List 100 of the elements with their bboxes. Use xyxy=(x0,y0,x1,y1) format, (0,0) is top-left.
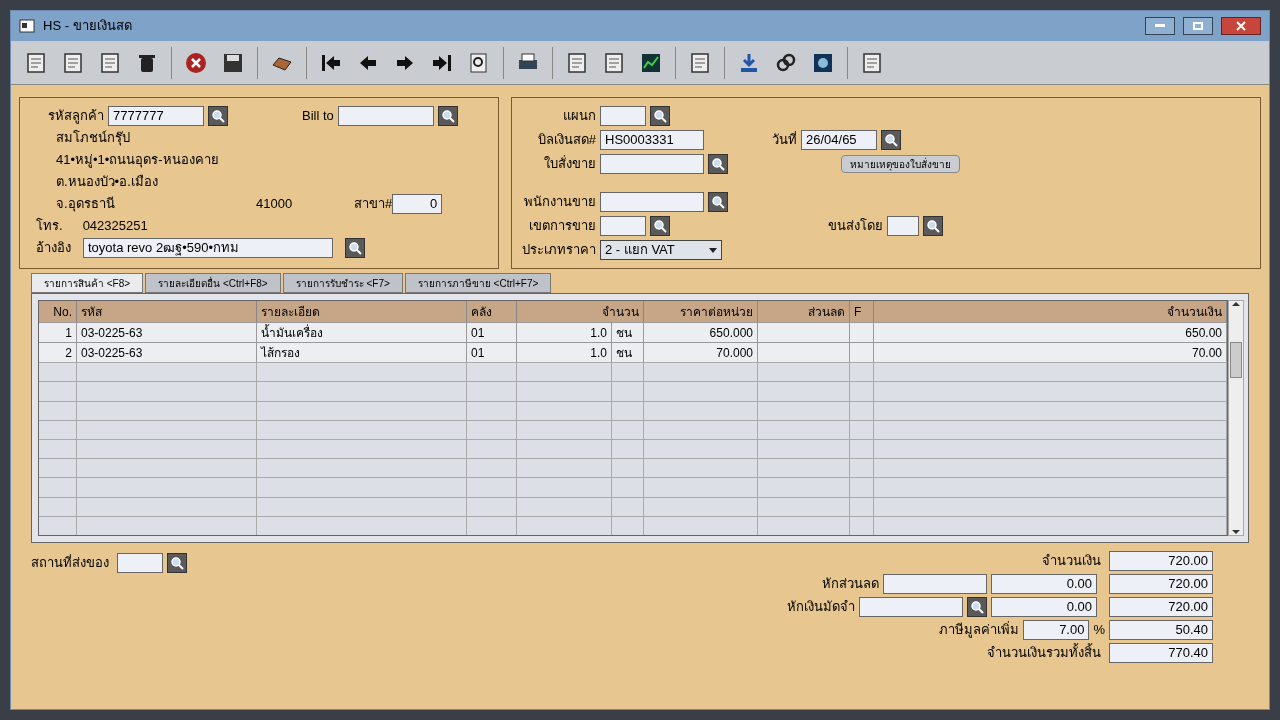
search-button[interactable] xyxy=(345,238,365,258)
table-cell: ชน xyxy=(612,323,644,344)
search-button[interactable] xyxy=(208,106,228,126)
table-cell: 01 xyxy=(467,323,517,344)
close-button[interactable] xyxy=(1221,17,1261,35)
field-label: สาขา# xyxy=(354,195,393,214)
field-label: จำนวนเงิน xyxy=(1042,552,1101,571)
input-field[interactable] xyxy=(887,216,919,236)
app-icon xyxy=(19,19,35,33)
input-field[interactable] xyxy=(117,553,163,573)
table-cell: 1 xyxy=(39,323,77,344)
magnifier-icon xyxy=(348,241,362,255)
input-field[interactable] xyxy=(859,597,963,617)
close-icon xyxy=(1236,21,1246,31)
scroll-thumb[interactable] xyxy=(1230,342,1242,379)
field-label: รหัสลูกค้า xyxy=(48,107,104,126)
minimize-button[interactable] xyxy=(1145,17,1175,35)
new-document-icon xyxy=(24,50,48,75)
input-field[interactable] xyxy=(600,154,704,174)
table-cell: 1.0 xyxy=(517,343,612,364)
input-field[interactable]: 50.40 xyxy=(1109,620,1213,640)
column-header: จำนวน xyxy=(517,301,644,323)
magnifier-icon xyxy=(970,600,984,614)
cancel-icon xyxy=(184,50,208,75)
note-button[interactable]: หมายเหตุของใบสั่งขาย xyxy=(841,155,960,173)
customer-name: สมโภชน์กรุ๊ป xyxy=(56,129,130,148)
input-field[interactable]: 0 xyxy=(392,194,443,214)
magnifier-icon xyxy=(711,157,725,171)
input-field[interactable] xyxy=(600,216,646,236)
column-header: F xyxy=(850,301,874,323)
column-header: รายละเอียด xyxy=(257,301,467,323)
tab[interactable]: รายการภาษีขาย <Ctrl+F7> xyxy=(404,273,552,293)
search-button[interactable] xyxy=(881,130,901,150)
field-label: Bill to xyxy=(302,107,334,126)
field-label: เขตการขาย xyxy=(529,217,596,236)
column-header: รหัส xyxy=(77,301,257,323)
search-button[interactable] xyxy=(650,216,670,236)
input-field[interactable]: 0.00 xyxy=(991,574,1097,594)
address-text: ต.หนองบัว•อ.เมือง xyxy=(56,173,158,192)
input-field[interactable]: 0.00 xyxy=(991,597,1097,617)
magnifier-icon xyxy=(170,556,184,570)
table-cell: 650.00 xyxy=(874,323,1227,344)
table-cell: 03-0225-63 xyxy=(77,343,257,364)
field-label: ภาษีมูลค่าเพิ่ม xyxy=(939,620,1020,640)
search-button[interactable] xyxy=(167,553,187,573)
field-label: แผนก xyxy=(563,107,596,126)
maximize-button[interactable] xyxy=(1183,17,1213,35)
phone-text: 042325251 xyxy=(82,217,148,236)
postcode-text: 41000 xyxy=(256,195,294,214)
table-cell: 1.0 xyxy=(517,323,612,344)
input-field[interactable]: 720.00 xyxy=(1109,574,1213,594)
input-field[interactable] xyxy=(600,192,704,212)
input-field[interactable]: 720.00 xyxy=(1109,597,1213,617)
input-field[interactable] xyxy=(600,106,646,126)
search-button[interactable] xyxy=(708,192,728,212)
table-cell: ชน xyxy=(612,343,644,364)
field-label: ประเภทราคา xyxy=(522,241,596,260)
search-button[interactable] xyxy=(650,106,670,126)
input-field[interactable]: 7777777 xyxy=(108,106,204,126)
tab[interactable]: รายการรับชำระ <F7> xyxy=(282,273,403,293)
column-header: จำนวนเงิน xyxy=(874,301,1227,323)
grand-total-field[interactable]: 770.40 xyxy=(1109,643,1213,663)
table-cell: น้ำมันเครื่อง xyxy=(257,323,467,344)
input-field[interactable]: 7.00 xyxy=(1023,620,1090,640)
tab[interactable]: รายละเอียดอื่น <Ctrl+F8> xyxy=(145,273,281,293)
search-button[interactable] xyxy=(708,154,728,174)
column-header: No. xyxy=(39,301,77,323)
magnifier-icon xyxy=(653,219,667,233)
column-header: ส่วนลด xyxy=(758,301,850,323)
column-header: คลัง xyxy=(467,301,517,323)
magnifier-icon xyxy=(440,109,455,123)
minimize-icon xyxy=(1155,24,1165,28)
input-field[interactable] xyxy=(883,574,987,594)
field-label: โทร. xyxy=(36,217,63,236)
table-cell: 2 xyxy=(39,343,77,364)
table-cell: 03-0225-63 xyxy=(77,323,257,344)
input-field[interactable]: toyota revo 2ฒฐ•590•กทม xyxy=(83,238,333,258)
price-type-dropdown[interactable]: 2 - แยก VAT xyxy=(600,240,722,260)
scroll-down-icon xyxy=(1232,529,1240,535)
search-button[interactable] xyxy=(967,597,987,617)
field-label: สถานที่ส่งของ xyxy=(31,553,109,572)
field-label: พนักงานขาย xyxy=(524,193,596,212)
magnifier-icon xyxy=(926,219,940,233)
amount-field[interactable]: 720.00 xyxy=(1109,551,1213,571)
scrollbar[interactable] xyxy=(1228,300,1244,536)
search-button[interactable] xyxy=(437,106,458,126)
address-text: 41•หมู่•1•ถนนอุดร-หนองคาย xyxy=(56,151,219,170)
field-label: อ้างอิง xyxy=(36,239,71,258)
input-field[interactable] xyxy=(337,106,434,126)
caret-icon xyxy=(709,247,717,253)
field-label: หักเงินมัดจำ xyxy=(787,598,855,617)
input-field[interactable]: 26/04/65 xyxy=(801,130,877,150)
field-label: ใบสั่งขาย xyxy=(544,154,596,174)
search-button[interactable] xyxy=(923,216,943,236)
column-header: ราคาต่อหน่วย xyxy=(644,301,758,323)
input-field[interactable]: HS0003331 xyxy=(600,130,704,150)
table-cell: 01 xyxy=(467,343,517,364)
table-cell: ไส้กรอง xyxy=(257,343,467,364)
magnifier-icon xyxy=(211,109,225,123)
tab[interactable]: รายการสินค้า <F8> xyxy=(31,273,144,293)
